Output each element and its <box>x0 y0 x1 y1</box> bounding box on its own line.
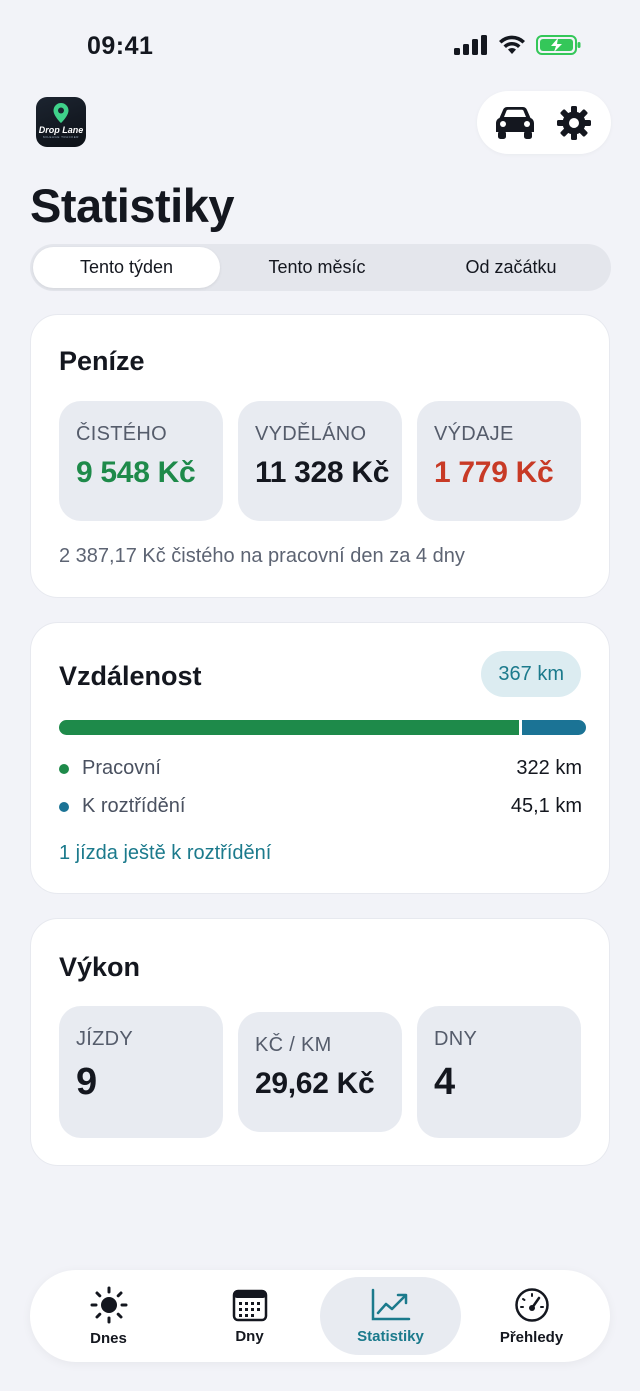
status-icons <box>454 34 582 56</box>
rides-tile: JÍZDY 9 <box>59 1006 223 1138</box>
performance-card: Výkon JÍZDY 9 KČ / KM 29,62 Kč DNY 4 <box>30 918 610 1166</box>
distance-title: Vzdálenost <box>59 661 202 691</box>
bottom-tab-bar: Dnes Dny Statistiky Přehledy <box>30 1270 610 1362</box>
money-card: Peníze ČISTÉHO 9 548 Kč VYDĚLÁNO 11 328 … <box>30 314 610 598</box>
status-bar: 09:41 <box>0 0 640 90</box>
sun-icon <box>90 1286 127 1323</box>
distance-bar-unsorted <box>522 720 586 735</box>
money-title: Peníze <box>59 346 145 376</box>
per-km-tile: KČ / KM 29,62 Kč <box>238 1012 402 1132</box>
period-segmented-control: Tento týden Tento měsíc Od začátku <box>30 244 611 291</box>
per-km-value: 29,62 Kč <box>255 1067 375 1100</box>
days-label: DNY <box>434 1028 478 1050</box>
tab-this-month[interactable]: Tento měsíc <box>220 247 414 288</box>
top-actions <box>477 91 611 154</box>
app-logo: Drop Lane MILEAGE TRACKER <box>36 97 86 147</box>
wifi-icon <box>499 35 525 54</box>
gear-icon <box>556 105 591 140</box>
page-title: Statistiky <box>30 179 234 232</box>
expenses-tile: VÝDAJE 1 779 Kč <box>417 401 581 521</box>
earned-value: 11 328 Kč <box>255 456 390 489</box>
logo-subtitle: MILEAGE TRACKER <box>43 134 79 139</box>
speedometer-icon <box>514 1287 549 1322</box>
work-value: 322 km <box>516 757 582 779</box>
nav-statistics-label: Statistiky <box>357 1327 424 1345</box>
expenses-value: 1 779 Kč <box>434 456 554 489</box>
work-dot <box>59 763 69 774</box>
unsorted-dot <box>59 801 69 812</box>
nav-overviews[interactable]: Přehledy <box>461 1277 602 1355</box>
net-value: 9 548 Kč <box>76 456 196 489</box>
days-tile: DNY 4 <box>417 1006 581 1138</box>
tab-this-week[interactable]: Tento týden <box>33 247 220 288</box>
nav-today[interactable]: Dnes <box>38 1277 179 1355</box>
total-distance-badge: 367 km <box>481 651 581 697</box>
unsorted-value: 45,1 km <box>510 795 582 817</box>
net-tile: ČISTÉHO 9 548 Kč <box>59 401 223 521</box>
earned-label: VYDĚLÁNO <box>255 423 367 445</box>
nav-days[interactable]: Dny <box>179 1277 320 1355</box>
net-per-day-note: 2 387,17 Kč čistého na pracovní den za 4… <box>59 545 465 567</box>
cellular-signal-icon <box>454 35 487 55</box>
rides-value: 9 <box>76 1061 97 1103</box>
distance-card: Vzdálenost 367 km Pracovní 322 km K rozt… <box>30 622 610 894</box>
unsorted-rides-link[interactable]: 1 jízda ještě k roztřídění <box>59 842 271 865</box>
legend-unsorted: K roztřídění 45,1 km <box>59 795 582 818</box>
legend-work: Pracovní 322 km <box>59 757 582 780</box>
work-label: Pracovní <box>82 757 161 779</box>
car-button[interactable] <box>490 98 540 148</box>
distance-bar-work <box>59 720 519 735</box>
nav-today-label: Dnes <box>90 1329 127 1347</box>
days-value: 4 <box>434 1061 455 1103</box>
chart-icon <box>371 1288 410 1320</box>
unsorted-label: K roztřídění <box>82 795 186 817</box>
location-pin-icon <box>53 102 69 123</box>
battery-charging-icon <box>536 35 581 55</box>
car-icon <box>495 106 534 139</box>
performance-title: Výkon <box>59 952 141 982</box>
nav-days-label: Dny <box>235 1327 264 1345</box>
tab-all-time[interactable]: Od začátku <box>414 247 608 288</box>
earned-tile: VYDĚLÁNO 11 328 Kč <box>238 401 402 521</box>
per-km-label: KČ / KM <box>255 1034 332 1056</box>
calendar-icon <box>232 1289 267 1321</box>
distance-bar <box>59 720 586 735</box>
nav-statistics[interactable]: Statistiky <box>320 1277 461 1355</box>
rides-label: JÍZDY <box>76 1028 134 1050</box>
status-time: 09:41 <box>87 32 154 60</box>
logo-name: Drop Lane <box>38 124 84 135</box>
nav-overviews-label: Přehledy <box>499 1328 564 1346</box>
net-label: ČISTÉHO <box>76 423 167 445</box>
expenses-label: VÝDAJE <box>434 423 514 445</box>
settings-button[interactable] <box>549 98 599 148</box>
